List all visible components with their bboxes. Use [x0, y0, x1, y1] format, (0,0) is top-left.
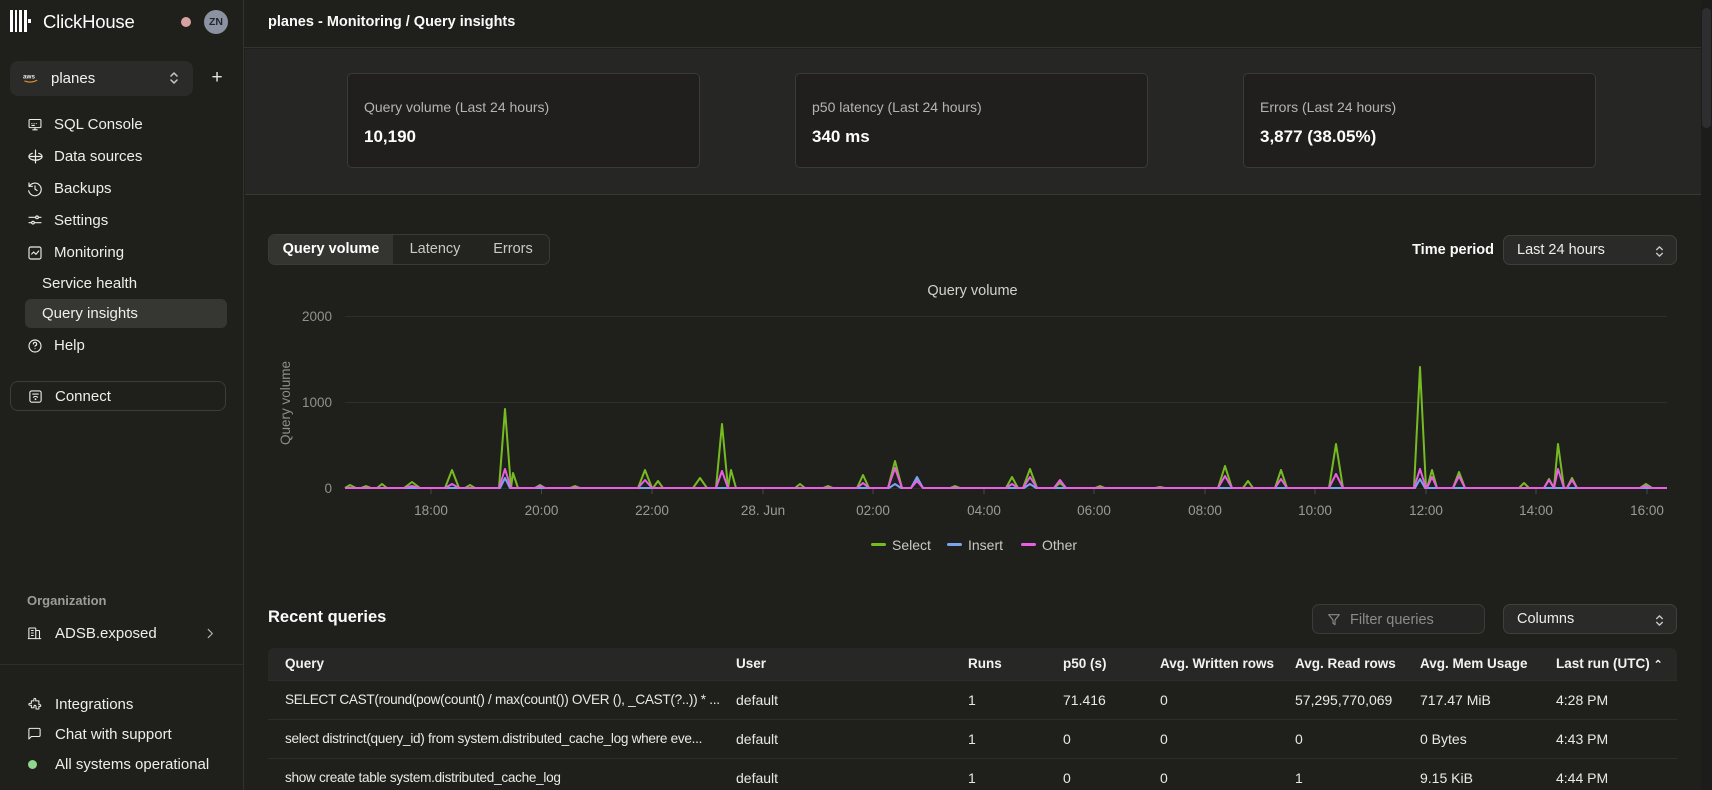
svg-text:Insert: Insert: [968, 537, 1003, 553]
svg-text:Query volume: Query volume: [927, 283, 1017, 299]
svg-text:04:00: 04:00: [967, 503, 1001, 518]
svg-text:02:00: 02:00: [856, 503, 890, 518]
svg-text:1000: 1000: [302, 395, 332, 410]
svg-text:Query volume: Query volume: [278, 361, 293, 445]
svg-text:18:00: 18:00: [414, 503, 448, 518]
svg-text:20:00: 20:00: [525, 503, 559, 518]
svg-text:14:00: 14:00: [1519, 503, 1553, 518]
svg-text:Select: Select: [892, 537, 931, 553]
svg-text:12:00: 12:00: [1409, 503, 1443, 518]
svg-text:10:00: 10:00: [1298, 503, 1332, 518]
svg-text:aws: aws: [23, 74, 35, 81]
svg-text:Other: Other: [1042, 537, 1077, 553]
svg-text:22:00: 22:00: [635, 503, 669, 518]
svg-text:0: 0: [324, 481, 332, 496]
svg-text:16:00: 16:00: [1630, 503, 1664, 518]
svg-text:28. Jun: 28. Jun: [741, 503, 785, 518]
svg-text:06:00: 06:00: [1077, 503, 1111, 518]
svg-text:08:00: 08:00: [1188, 503, 1222, 518]
svg-text:2000: 2000: [302, 309, 332, 324]
